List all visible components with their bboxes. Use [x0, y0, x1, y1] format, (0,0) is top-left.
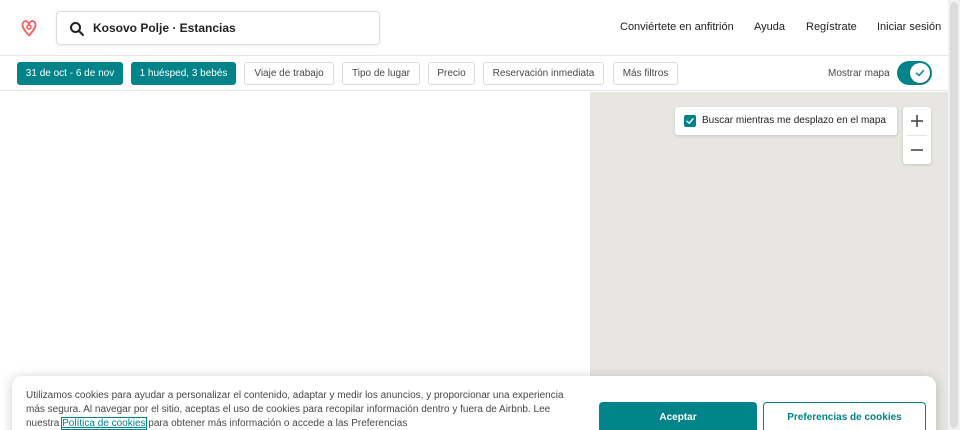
cookie-preferences-button[interactable]: Preferencias de cookies [763, 402, 926, 430]
header: Kosovo Polje · Estancias Conviértete en … [0, 0, 948, 56]
zoom-in-button[interactable] [903, 107, 931, 135]
place-type-filter-button[interactable]: Tipo de lugar [342, 62, 420, 85]
work-trip-filter-button[interactable]: Viaje de trabajo [244, 62, 334, 85]
show-map-label: Mostrar mapa [828, 68, 890, 79]
guests-filter-button[interactable]: 1 huésped, 3 bebés [131, 62, 236, 85]
check-icon [915, 69, 925, 77]
search-as-move-label: Buscar mientras me desplazo en el mapa [702, 115, 886, 126]
cookie-text: Utilizamos cookies para ayudar a persona… [26, 389, 566, 430]
page-scrollbar[interactable] [948, 0, 960, 430]
nav-signup[interactable]: Regístrate [806, 21, 857, 33]
show-map-toggle[interactable] [897, 61, 932, 85]
price-filter-button[interactable]: Precio [428, 62, 475, 85]
nav-become-host[interactable]: Conviértete en anfitrión [620, 21, 734, 33]
zoom-out-button[interactable] [903, 136, 931, 164]
airbnb-logo-icon[interactable] [17, 16, 41, 40]
scroll-thumb[interactable] [950, 2, 958, 428]
checkbox[interactable] [684, 115, 696, 127]
accept-cookies-button[interactable]: Aceptar [599, 402, 757, 430]
instant-book-filter-button[interactable]: Reservación inmediata [483, 62, 604, 85]
filter-bar: 31 de oct - 6 de nov 1 huésped, 3 bebés … [0, 56, 948, 91]
search-icon [69, 21, 85, 37]
nav-login[interactable]: Iniciar sesión [877, 21, 941, 33]
dates-filter-button[interactable]: 31 de oct - 6 de nov [17, 62, 123, 85]
search-as-move-checkbox[interactable]: Buscar mientras me desplazo en el mapa [675, 107, 897, 135]
toggle-knob [910, 63, 930, 83]
plus-icon [911, 115, 923, 127]
nav-help[interactable]: Ayuda [754, 21, 785, 33]
cookie-policy-link[interactable]: Política de cookies [61, 417, 147, 430]
cookie-text-part: para obtener más información o accede a … [145, 418, 408, 429]
search-input[interactable]: Kosovo Polje · Estancias [93, 21, 236, 35]
zoom-controls [903, 107, 931, 164]
cookie-banner: Utilizamos cookies para ayudar a persona… [12, 376, 936, 430]
search-bar[interactable]: Kosovo Polje · Estancias [56, 11, 380, 45]
check-icon [686, 118, 694, 124]
minus-icon [911, 149, 923, 151]
more-filters-button[interactable]: Más filtros [613, 62, 678, 85]
